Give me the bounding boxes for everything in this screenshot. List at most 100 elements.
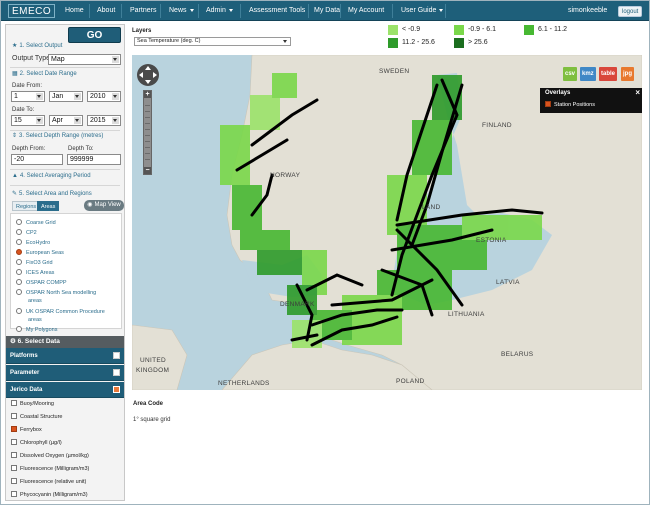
select-data-header[interactable]: ⚙ 6. Select Data (6, 336, 124, 348)
zoom-in-button[interactable]: + (144, 91, 151, 98)
area-option-coarse-grid[interactable]: Coarse Grid (16, 219, 56, 226)
radio-ospar-compp[interactable] (16, 279, 22, 285)
platforms-checkbox[interactable] (113, 352, 120, 359)
area-option-my-polygons[interactable]: My Polygons (16, 326, 58, 333)
go-button[interactable]: GO (68, 27, 121, 43)
radio-ices-areas[interactable] (16, 269, 22, 275)
radio-cp2[interactable] (16, 229, 22, 235)
jerico-item-phycocyanin[interactable]: Phycocyanin (Milligram/m3) (11, 491, 88, 498)
jerico-item-ferrybox[interactable]: Ferrybox (11, 426, 42, 433)
section-select-averaging-period[interactable]: ▲ 4. Select Averaging Period (12, 173, 91, 179)
checkbox[interactable] (11, 452, 17, 458)
jerico-data-section[interactable]: Jerico Data (6, 382, 124, 398)
export-jpg-button[interactable]: jpg (621, 67, 634, 81)
export-kmz-button[interactable]: kmz (580, 67, 596, 81)
legend-item: < -0.9 (388, 25, 420, 35)
area-option-ospar-compp[interactable]: OSPAR COMPP (16, 279, 67, 286)
date-to-month-select[interactable]: Apr (49, 115, 83, 126)
area-option-fixo3-grid[interactable]: FixO3 Grid (16, 259, 53, 266)
jerico-item-dissolved-oxygen[interactable]: Dissolved Oxygen (µmol/kg) (11, 452, 89, 459)
nav-assessment-tools[interactable]: Assessment Tools (249, 1, 305, 21)
export-table-button[interactable]: table (599, 67, 618, 81)
zoom-bar[interactable]: + − (143, 90, 152, 175)
section-select-output[interactable]: ★ 1. Select Output (12, 42, 62, 49)
area-option-european-seas[interactable]: European Seas (16, 249, 64, 256)
date-from-day-select[interactable]: 1 (11, 91, 45, 102)
radio-fixo3-grid[interactable] (16, 259, 22, 265)
radio-uk-ospar[interactable] (16, 308, 22, 314)
parameter-checkbox[interactable] (113, 369, 120, 376)
chevron-down-icon (112, 93, 119, 100)
parameter-section[interactable]: Parameter (6, 365, 124, 381)
area-option-uk-ospar[interactable]: UK OSPAR Common Procedure (16, 308, 105, 315)
checkbox[interactable] (11, 426, 17, 432)
jerico-data-checkbox[interactable] (113, 386, 120, 393)
map-view-button[interactable]: ◉ Map View (84, 200, 124, 211)
jerico-item-fluorescence-relative[interactable]: Fluorescence (relative unit) (11, 478, 86, 485)
radio-european-seas[interactable] (16, 249, 22, 255)
jerico-item-buoy-mooring[interactable]: Buoy/Mooring (11, 400, 54, 407)
pan-arrows-icon (139, 66, 157, 84)
checkbox[interactable] (11, 439, 17, 445)
logout-button[interactable]: logout (618, 6, 643, 17)
checkbox[interactable] (545, 101, 551, 107)
output-type-label: Output Type: (12, 55, 52, 62)
section-select-area-regions[interactable]: ✎ 5. Select Area and Regions (12, 190, 92, 197)
section-select-depth-range[interactable]: ⇕ 3. Select Depth Range (metres) (12, 132, 103, 139)
jerico-item-coastal-structure[interactable]: Coastal Structure (11, 413, 63, 420)
area-option-cp2[interactable]: CP2 (16, 229, 37, 236)
date-to-day-select[interactable]: 15 (11, 115, 45, 126)
checkbox[interactable] (11, 413, 17, 419)
pan-control[interactable] (137, 64, 159, 86)
chevron-down-icon (74, 93, 81, 100)
nav-partners[interactable]: Partners (130, 1, 156, 21)
radio-coarse-grid[interactable] (16, 219, 22, 225)
zoom-out-button[interactable]: − (144, 167, 151, 174)
map-view[interactable]: SWEDEN FINLAND NORWAY ESTONIA LATVIA DEN… (132, 55, 642, 390)
platforms-section[interactable]: Platforms (6, 348, 124, 364)
jerico-item-fluorescence-mg[interactable]: Fluorescence (Milligram/m3) (11, 465, 89, 472)
radio-my-polygons[interactable] (16, 326, 22, 332)
nav-news[interactable]: News (169, 1, 194, 21)
nav-about[interactable]: About (97, 1, 115, 21)
depth-to-input[interactable]: 999999 (67, 154, 121, 165)
nav-home[interactable]: Home (65, 1, 84, 21)
jerico-item-chlorophyll[interactable]: Chlorophyll (µg/l) (11, 439, 62, 446)
left-control-panel: GO ★ 1. Select Output Output Type: Map ▦ 2… (5, 24, 125, 501)
chevron-down-icon (283, 39, 289, 44)
export-csv-button[interactable]: csv (563, 67, 578, 81)
checkbox[interactable] (11, 400, 17, 406)
area-option-ospar-north-sea[interactable]: OSPAR North Sea modelling (16, 289, 96, 296)
date-from-year-select[interactable]: 2010 (87, 91, 121, 102)
nav-user-guide[interactable]: User Guide (401, 1, 444, 21)
nav-admin[interactable]: Admin (206, 1, 233, 21)
legend-item: 11.2 - 25.6 (388, 38, 435, 48)
section-select-date-range[interactable]: ▦ 2. Select Date Range (12, 70, 77, 77)
area-option-ices-areas[interactable]: ICES Areas (16, 269, 54, 276)
country-label-norway: NORWAY (270, 172, 301, 179)
nav-my-data[interactable]: My Data (314, 1, 340, 21)
emeco-logo[interactable]: EMECO (8, 4, 56, 18)
depth-from-label: Depth From: (12, 146, 46, 152)
overlay-station-positions[interactable]: Station Positions (545, 101, 595, 108)
output-type-select[interactable]: Map (48, 54, 121, 65)
layers-title: Layers (132, 28, 152, 34)
tab-areas[interactable]: Areas (37, 201, 60, 211)
date-to-year-select[interactable]: 2015 (87, 115, 121, 126)
area-option-ecohydro[interactable]: EcoHydro (16, 239, 50, 246)
close-icon[interactable]: × (635, 88, 640, 97)
nav-my-account[interactable]: My Account (348, 1, 384, 21)
depth-from-input[interactable]: -20 (11, 154, 63, 165)
date-from-month-select[interactable]: Jan (49, 91, 83, 102)
country-label-finland-partial: LAND (422, 204, 441, 211)
checkbox[interactable] (11, 491, 17, 497)
checkbox[interactable] (11, 478, 17, 484)
tab-regions[interactable]: Regions (12, 201, 41, 211)
chevron-down-icon (74, 117, 81, 124)
layer-select[interactable]: Sea Temperature (deg. C) (134, 37, 291, 46)
checkbox[interactable] (11, 465, 17, 471)
username: simonkeeble (568, 7, 608, 14)
radio-ospar-north-sea[interactable] (16, 289, 22, 295)
pencil-icon: ✎ (12, 191, 18, 197)
radio-ecohydro[interactable] (16, 239, 22, 245)
